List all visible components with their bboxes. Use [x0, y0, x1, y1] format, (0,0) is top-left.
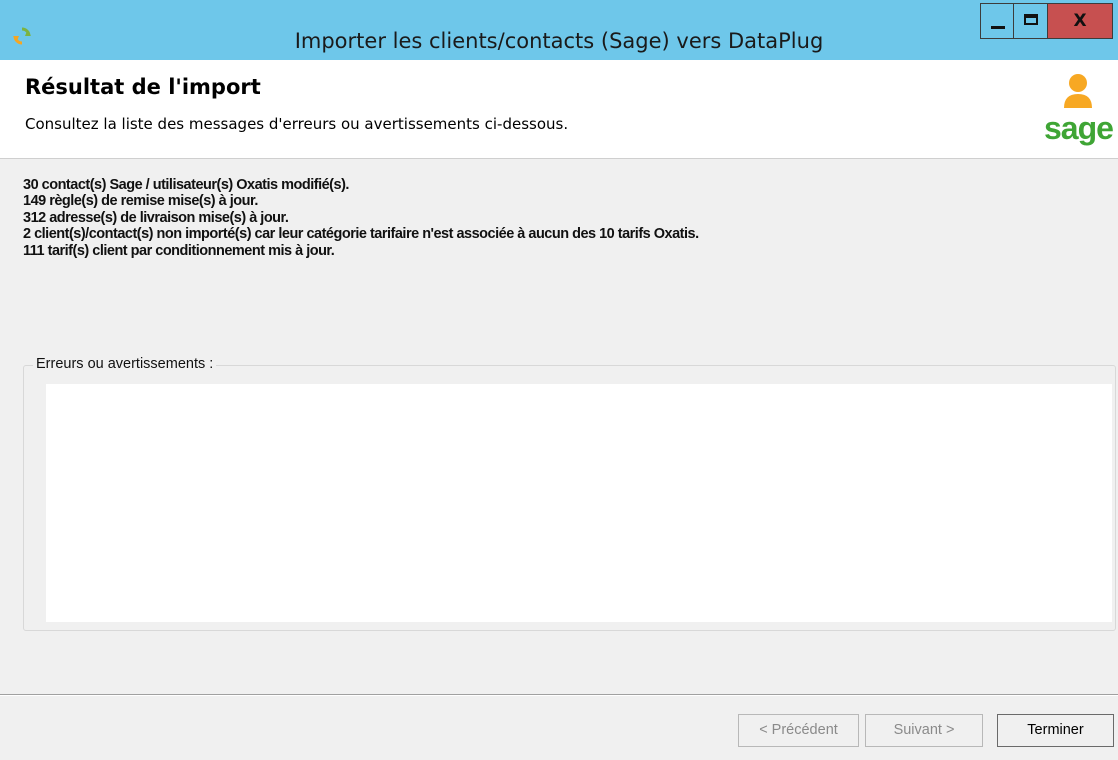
sage-logo: sage	[1040, 72, 1118, 150]
previous-button[interactable]: < Précédent	[738, 714, 859, 747]
page-title: Résultat de l'import	[25, 75, 261, 99]
footer-divider-highlight	[0, 695, 1118, 696]
title-bar[interactable]: Importer les clients/contacts (Sage) ver…	[0, 0, 1118, 60]
window-title: Importer les clients/contacts (Sage) ver…	[294, 29, 824, 53]
minimize-button[interactable]	[980, 3, 1014, 39]
wizard-header: Résultat de l'import Consultez la liste …	[0, 60, 1118, 159]
summary-line: 312 adresse(s) de livraison mise(s) à jo…	[23, 209, 289, 226]
errors-groupbox-label: Erreurs ou avertissements :	[33, 356, 217, 372]
import-summary: 30 contact(s) Sage / utilisateur(s) Oxat…	[23, 177, 699, 259]
maximize-button[interactable]	[1013, 3, 1047, 39]
import-wizard-window: Importer les clients/contacts (Sage) ver…	[0, 0, 1118, 760]
errors-list[interactable]	[46, 384, 1112, 622]
sage-logo-text: sage	[1044, 110, 1114, 146]
user-icon	[1064, 74, 1092, 108]
summary-line: 30 contact(s) Sage / utilisateur(s) Oxat…	[23, 177, 349, 193]
finish-button[interactable]: Terminer	[997, 714, 1114, 747]
close-button[interactable]: X	[1047, 3, 1113, 39]
summary-line: 149 règle(s) de remise mise(s) à jour.	[23, 193, 258, 210]
summary-line: 2 client(s)/contact(s) non importé(s) ca…	[23, 226, 699, 243]
minimize-icon	[991, 26, 1005, 29]
close-icon: X	[1073, 11, 1087, 31]
summary-line: 111 tarif(s) client par conditionnement …	[23, 242, 335, 259]
next-button[interactable]: Suivant >	[865, 714, 983, 747]
maximize-icon	[1024, 14, 1038, 25]
page-subtitle: Consultez la liste des messages d'erreur…	[25, 115, 569, 133]
